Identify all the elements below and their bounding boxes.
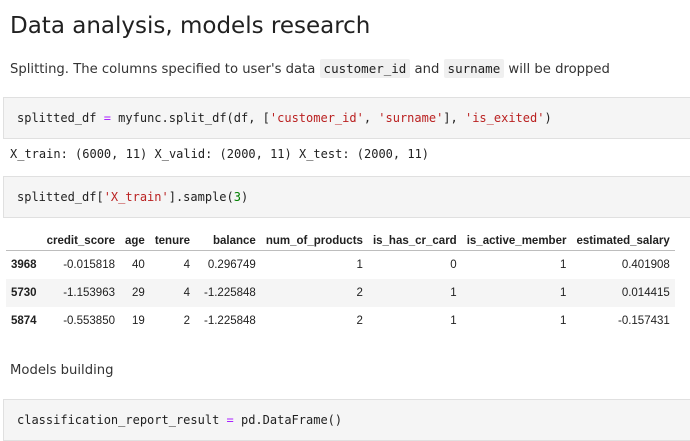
splitting-description: Splitting. The columns specified to user…	[10, 59, 610, 80]
column-header: age	[120, 231, 150, 251]
splitting-text-after: will be dropped	[504, 62, 610, 77]
inline-code-customer-id: customer_id	[319, 59, 411, 78]
table-cell: 19	[132, 314, 145, 327]
code-token: splitted_df[	[17, 190, 104, 204]
table-cell: 2	[183, 314, 190, 327]
table-cell: 0.401908	[621, 258, 670, 271]
column-header: tenure	[149, 231, 195, 251]
table-cell: 0	[450, 258, 457, 271]
notebook-page: Data analysis, models research Splitting…	[0, 0, 690, 441]
row-index: 5730	[11, 286, 37, 299]
table-cell: 4	[183, 286, 190, 299]
code-string: 'is_exited'	[464, 111, 545, 125]
code-token: classification_report_result	[17, 413, 227, 427]
split-output: X_train: (6000, 11) X_valid: (2000, 11) …	[10, 147, 430, 161]
table-cell: -0.157431	[617, 314, 670, 327]
index-header	[6, 231, 42, 251]
column-header: estimated_salary	[571, 231, 675, 251]
code-cell-split[interactable]: splitted_df = myfunc.split_df(df, ['cust…	[3, 97, 690, 139]
code-token: splitted_df	[17, 111, 97, 125]
models-building-text: Models building	[10, 363, 114, 378]
table-cell: 2	[356, 314, 363, 327]
table-cell: 40	[132, 258, 145, 271]
splitting-text-middle: and	[410, 62, 444, 77]
table-cell: 1	[560, 286, 567, 299]
column-header: balance	[194, 231, 261, 251]
table-row: 3968 -0.015818 40 4 0.296749 1 0 1 0.401…	[6, 251, 675, 279]
table-row: 5730 -1.153963 29 4 -1.225848 2 1 1 0.01…	[6, 278, 675, 307]
code-cell-sample[interactable]: splitted_df['X_train'].sample(3)	[3, 176, 690, 218]
table-cell: -0.015818	[63, 258, 115, 271]
table-header-row: credit_score age tenure balance num_of_p…	[6, 231, 675, 251]
table-cell: 1	[560, 258, 567, 271]
code-operator: =	[96, 111, 119, 125]
column-header: is_active_member	[461, 231, 572, 251]
code-token: ],	[443, 111, 465, 125]
table-cell: -1.225848	[204, 286, 256, 299]
row-index: 5874	[11, 314, 37, 327]
code-number: 3	[233, 190, 241, 204]
code-token: ,	[363, 111, 379, 125]
code-token: ].sample(	[168, 190, 234, 204]
table-cell: 2	[356, 286, 363, 299]
code-cell-classification-report[interactable]: classification_report_result = pd.DataFr…	[3, 399, 690, 441]
table-cell: 4	[183, 258, 190, 271]
code-token: )	[544, 111, 552, 125]
table-cell: 1	[450, 286, 457, 299]
table-row: 5874 -0.553850 19 2 -1.225848 2 1 1 -0.1…	[6, 307, 675, 335]
code-token: myfunc.split_df(df, [	[118, 111, 270, 125]
column-header: credit_score	[41, 231, 120, 251]
table-cell: 0.296749	[207, 258, 256, 271]
column-header: is_has_cr_card	[367, 231, 462, 251]
table-cell: 0.014415	[621, 286, 670, 299]
table-cell: 29	[132, 286, 145, 299]
inline-code-surname: surname	[443, 59, 505, 78]
table-cell: -0.553850	[63, 314, 115, 327]
code-operator: =	[226, 413, 234, 427]
table-cell: -1.225848	[204, 314, 256, 327]
dataframe-table: credit_score age tenure balance num_of_p…	[6, 231, 675, 335]
page-title: Data analysis, models research	[10, 13, 371, 39]
table-cell: 1	[560, 314, 567, 327]
code-string: 'surname'	[378, 111, 444, 125]
table-cell: -1.153963	[63, 286, 115, 299]
table-cell: 1	[356, 258, 363, 271]
table-cell: 1	[450, 314, 457, 327]
column-header: num_of_products	[260, 231, 368, 251]
code-token: )	[241, 190, 249, 204]
row-index: 3968	[11, 258, 37, 271]
splitting-text-before: Splitting. The columns specified to user…	[10, 62, 320, 77]
code-token: pd.DataFrame()	[233, 413, 343, 427]
code-string: 'customer_id'	[269, 111, 364, 125]
code-string: 'X_train'	[103, 190, 169, 204]
